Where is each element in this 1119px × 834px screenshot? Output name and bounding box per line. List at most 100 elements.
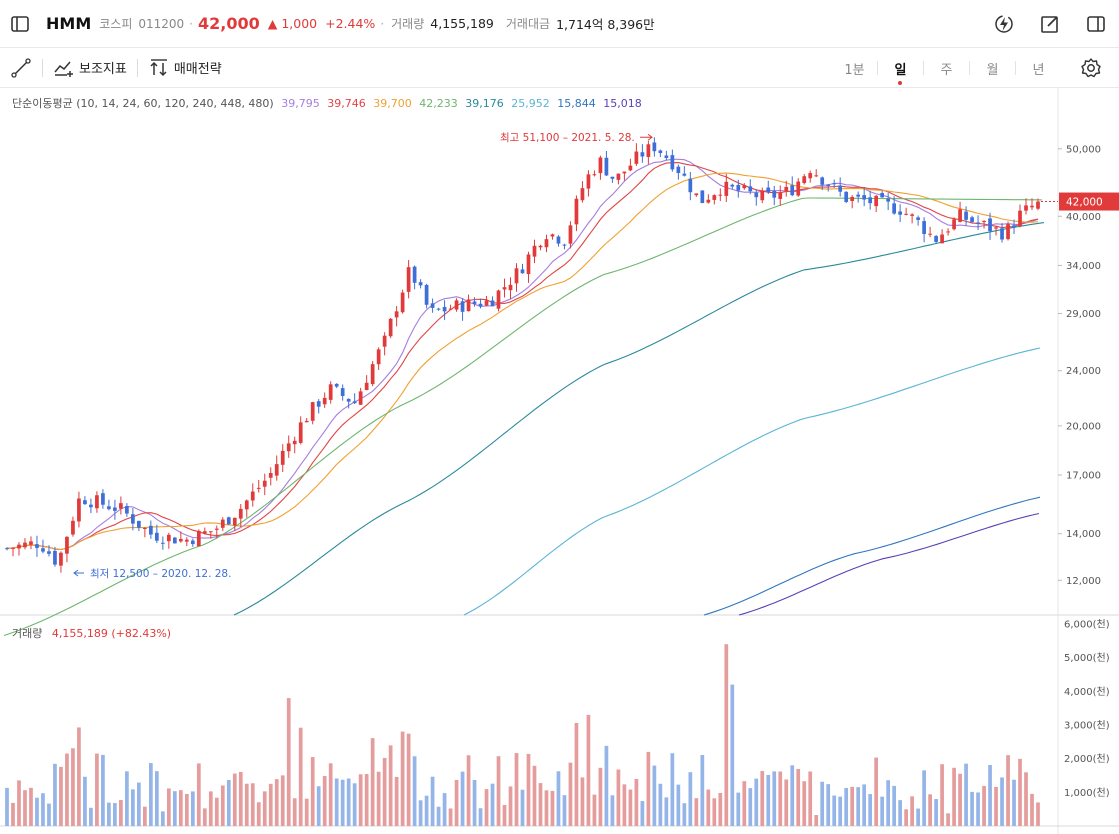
period-month[interactable]: 월: [970, 59, 1015, 78]
candle-body: [928, 233, 932, 235]
candle-body: [17, 544, 21, 549]
volume-bar: [1030, 793, 1034, 826]
volume-bar: [556, 771, 561, 826]
volume-bar: [706, 789, 711, 826]
volume-bar: [143, 806, 147, 826]
period-week[interactable]: 주: [924, 59, 969, 78]
volume-bar: [364, 773, 369, 826]
lightning-icon[interactable]: [981, 0, 1027, 48]
candle-body: [436, 308, 441, 310]
volume-bar: [262, 791, 267, 826]
candle-body: [526, 254, 531, 275]
volume-bar: [886, 780, 891, 826]
candle-body: [23, 542, 27, 548]
candle-body: [400, 292, 405, 313]
ma-value-14: 39,746: [327, 97, 366, 110]
candle-body: [1036, 201, 1040, 209]
candle-body: [604, 157, 609, 176]
candle-body: [95, 495, 99, 509]
candle-body: [160, 542, 165, 544]
sidebar-toggle-icon[interactable]: [0, 0, 40, 48]
candle-body: [562, 244, 567, 246]
y-tick-label: 34,000: [1066, 261, 1101, 272]
candle-body: [364, 382, 369, 391]
edit-icon[interactable]: [1027, 0, 1073, 48]
candle-body: [886, 198, 891, 202]
volume-bar: [430, 776, 435, 826]
volume-bar: [166, 788, 171, 826]
volume-bar: [178, 790, 183, 826]
candle-body: [952, 219, 956, 230]
candle-body: [910, 214, 914, 216]
volume-bar: [95, 753, 99, 826]
candle-body: [550, 234, 555, 237]
volume-tick-label: 6,000(천): [1064, 619, 1110, 631]
volume-tick-label: 5,000(천): [1064, 652, 1110, 664]
ma-line-120: [233, 222, 1045, 616]
volume-bar: [5, 787, 9, 826]
candle-body: [418, 282, 423, 286]
volume-bar: [856, 787, 861, 826]
candle-body: [832, 183, 837, 185]
panel-toggle-icon[interactable]: [1073, 0, 1119, 48]
volume-legend-value: 4,155,189 (+82.43%): [51, 627, 172, 640]
volume-bar: [1006, 755, 1010, 826]
volume-bar: [340, 779, 345, 826]
candle-body: [988, 218, 992, 232]
candle-body: [460, 301, 465, 312]
volume-bar: [946, 813, 950, 826]
candle-body: [934, 236, 938, 242]
drawing-tool-button[interactable]: [0, 48, 42, 88]
volume-bar: [131, 789, 135, 826]
candle-body: [328, 384, 333, 400]
candle-body: [77, 498, 81, 522]
period-day[interactable]: 일: [878, 59, 923, 85]
candle-body: [472, 301, 477, 304]
line-draw-icon: [11, 57, 31, 78]
candle-body: [508, 284, 513, 291]
candle-body: [742, 185, 747, 189]
volume-bar: [484, 789, 489, 826]
volume-bar: [802, 781, 807, 826]
volume-bar: [646, 751, 651, 826]
volume-bar: [226, 779, 231, 826]
volume-bar: [35, 797, 39, 826]
period-minute[interactable]: 1분: [832, 59, 877, 78]
volume-bar: [107, 802, 111, 826]
volume-bar: [790, 765, 795, 826]
candle-body: [706, 199, 711, 203]
volume-bar: [17, 780, 21, 826]
candle-body: [694, 193, 699, 196]
volume-bar: [766, 774, 771, 826]
period-year[interactable]: 년: [1016, 59, 1061, 78]
candle-body: [382, 335, 387, 347]
volume-bar: [904, 809, 908, 826]
stock-code: 011200: [138, 16, 185, 31]
volume-bar: [742, 781, 747, 826]
volume-bar: [958, 773, 962, 826]
volume-tick-label: 4,000(천): [1064, 686, 1110, 698]
trade-arrows-icon: [150, 58, 167, 76]
volume-bar: [406, 733, 411, 826]
price-chart[interactable]: 50,000 40,000 34,000 29,000 24,000 20,000 17,0…: [0, 88, 1119, 834]
volume-bar: [424, 795, 429, 826]
volume-bar: [370, 738, 375, 826]
ma-value-240: 25,952: [511, 97, 550, 110]
volume-bar: [47, 803, 51, 826]
candle-body: [874, 195, 879, 207]
indicator-button[interactable]: 보조지표: [43, 48, 137, 88]
candle-body: [712, 195, 717, 200]
volume-bar: [310, 757, 315, 826]
candle-body: [1024, 205, 1028, 211]
volume-bar: [154, 771, 159, 826]
volume-bar: [113, 803, 117, 826]
candle-body: [1012, 225, 1016, 228]
volume-bar: [562, 795, 567, 826]
volume-bar: [298, 727, 303, 826]
settings-gear-icon[interactable]: [1071, 48, 1111, 88]
volume-bar: [784, 779, 789, 826]
candle-body: [640, 152, 645, 157]
strategy-button[interactable]: 매매전략: [138, 48, 232, 88]
amount-label: 거래대금: [505, 17, 551, 31]
candle-body: [760, 190, 765, 201]
